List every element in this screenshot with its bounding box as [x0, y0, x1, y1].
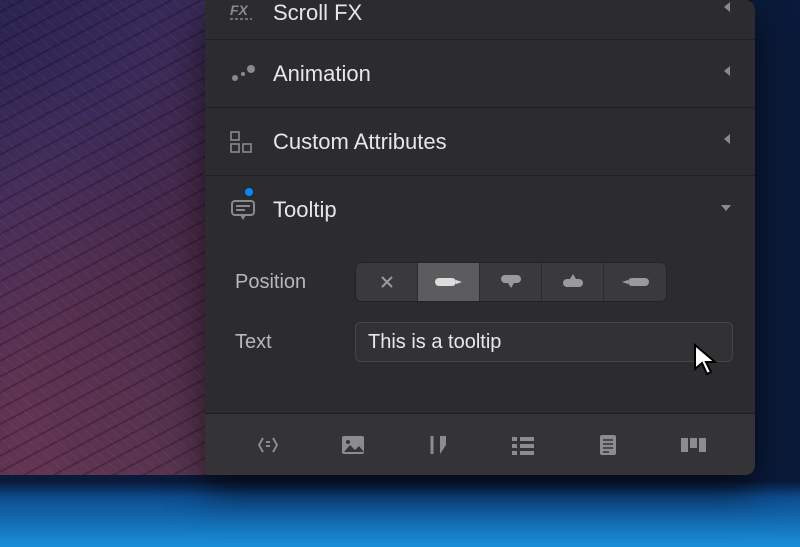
collapse-arrow-icon	[721, 132, 733, 151]
custom-attributes-icon	[223, 131, 263, 153]
section-label: Scroll FX	[273, 0, 721, 26]
collapse-arrow-icon	[721, 0, 733, 19]
position-left[interactable]	[604, 263, 666, 301]
section-label: Custom Attributes	[273, 129, 721, 155]
position-field: Position	[235, 262, 733, 302]
section-animation[interactable]: Animation	[205, 40, 755, 108]
section-label: Tooltip	[273, 197, 719, 223]
inspector-panel: FX Scroll FX Animation Cust	[205, 0, 755, 475]
text-label: Text	[235, 331, 355, 354]
section-modified-indicator	[245, 188, 253, 196]
section-scroll-fx[interactable]: FX Scroll FX	[205, 0, 755, 40]
expand-arrow-icon	[719, 201, 733, 219]
position-top[interactable]	[542, 263, 604, 301]
desktop-wallpaper	[0, 0, 205, 475]
text-field: Text	[235, 322, 733, 362]
tab-code[interactable]	[238, 425, 298, 465]
animation-icon	[223, 64, 263, 84]
bottom-tab-bar	[205, 413, 755, 475]
tab-columns[interactable]	[663, 425, 723, 465]
tooltip-text-input[interactable]	[355, 322, 733, 362]
tooltip-section-body: Position	[205, 244, 755, 404]
section-custom-attributes[interactable]: Custom Attributes	[205, 108, 755, 176]
position-bottom[interactable]	[480, 263, 542, 301]
scroll-fx-icon: FX	[223, 0, 263, 20]
section-tooltip[interactable]: Tooltip	[205, 176, 755, 244]
svg-text:FX: FX	[230, 2, 250, 18]
position-segmented-control	[355, 262, 667, 302]
section-label: Animation	[273, 61, 721, 87]
position-right[interactable]	[418, 263, 480, 301]
tooltip-icon	[223, 199, 263, 221]
tab-document[interactable]	[578, 425, 638, 465]
tab-style[interactable]	[408, 425, 468, 465]
tab-image[interactable]	[323, 425, 383, 465]
collapse-arrow-icon	[721, 64, 733, 83]
position-none[interactable]	[356, 263, 418, 301]
tab-list[interactable]	[493, 425, 553, 465]
position-label: Position	[235, 271, 355, 294]
